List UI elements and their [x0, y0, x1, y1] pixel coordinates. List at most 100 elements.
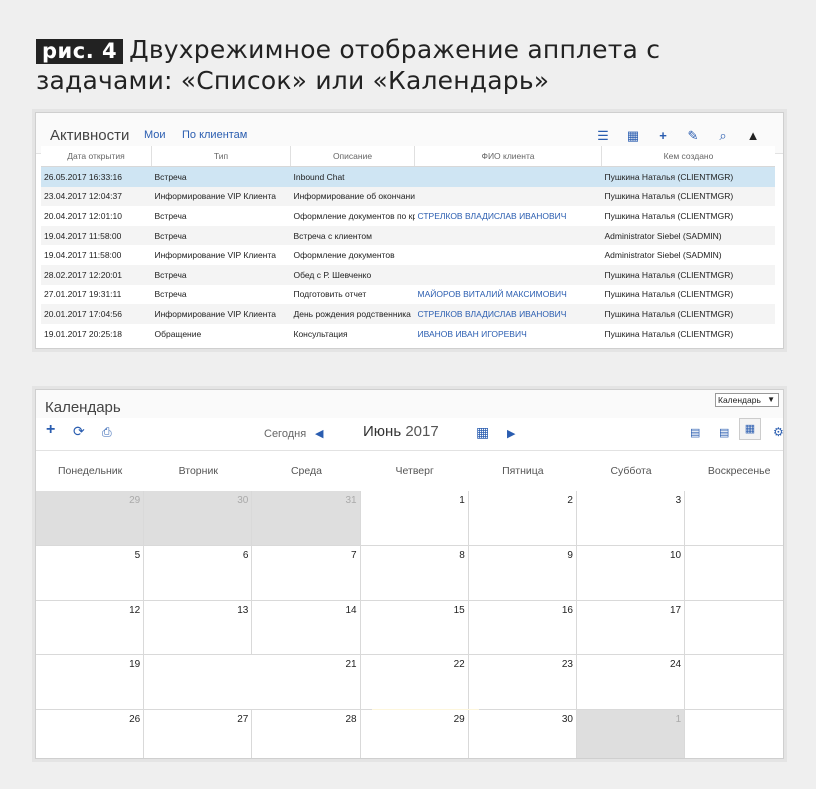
- calendar-day[interactable]: 27: [144, 710, 253, 758]
- day-number: 24: [670, 659, 682, 671]
- cell-client[interactable]: СТРЕЛКОВ ВЛАДИСЛАВ ИВАНОВИЧ: [414, 304, 602, 324]
- cell-date: 20.04.2017 12:01:10: [44, 210, 122, 221]
- calendar-day[interactable]: 5: [36, 545, 145, 600]
- refresh-icon[interactable]: ⟳: [73, 423, 85, 440]
- day-number: 31: [345, 495, 357, 506]
- calendar-day[interactable]: 15: [360, 600, 469, 655]
- list-toolbar: ☰ ▦ + ✎ ⌕ ▲: [595, 128, 761, 144]
- cell-created-by: Пушкина Наталья (CLIENTMGR): [601, 166, 775, 187]
- table-row[interactable]: 20.04.2017 12:01:10 Встреча Оформление док…: [41, 206, 775, 226]
- column-header-created-by[interactable]: Кем создано: [601, 146, 775, 167]
- today-button[interactable]: Сегодня: [264, 428, 306, 440]
- column-header-type[interactable]: Тип: [151, 146, 291, 167]
- figure-label: рис. 4: [36, 39, 124, 64]
- table-row[interactable]: 27.01.2017 19:31:11 Встреча Подготовить от…: [41, 285, 775, 305]
- link-my[interactable]: Мои: [144, 129, 166, 141]
- calendar-day[interactable]: 10: [576, 545, 686, 600]
- table-row[interactable]: 19.04.2017 11:58:00 Встреча Встреча с клие…: [41, 225, 775, 246]
- table-row[interactable]: 19.01.2017 20:25:18 Обращение Консультация…: [41, 324, 775, 344]
- calendar-day[interactable]: [685, 710, 783, 758]
- day-number: 10: [670, 549, 682, 561]
- table-header-row: Дата открытия Тип Описание ФИО клиента К…: [41, 146, 775, 167]
- calendar-day[interactable]: 8: [360, 545, 469, 600]
- weekday-label: Четверг: [395, 465, 434, 477]
- calendar-day[interactable]: 9: [468, 545, 577, 600]
- month-view-icon[interactable]: ▦: [739, 418, 761, 440]
- cell-client[interactable]: МАЙОРОВ ВИТАЛИЙ МАКСИМОВИЧ: [415, 285, 602, 305]
- calendar-day[interactable]: 3: [576, 491, 686, 545]
- date-picker-icon[interactable]: ▦: [476, 424, 489, 441]
- search-icon[interactable]: ⌕: [715, 128, 731, 144]
- cell-type: Встреча: [151, 166, 291, 187]
- calendar-day[interactable]: 31: [252, 491, 361, 545]
- calendar-day[interactable]: 12: [36, 600, 145, 655]
- calendar-day[interactable]: 22: [360, 655, 469, 710]
- column-header-client[interactable]: ФИО клиента: [414, 146, 602, 167]
- calendar-day[interactable]: 23: [468, 655, 577, 710]
- day-number: 2: [567, 495, 573, 506]
- calendar-day[interactable]: 16: [468, 600, 577, 655]
- calendar-day[interactable]: 6: [144, 545, 253, 600]
- calendar-day[interactable]: 29: [36, 491, 145, 545]
- calendar-day[interactable]: [685, 545, 783, 600]
- calendar-day[interactable]: [685, 600, 783, 655]
- list-view-icon[interactable]: ☰: [595, 128, 611, 144]
- cell-created-by: Пушкина Наталья (CLIENTMGR): [604, 289, 734, 300]
- table-row[interactable]: 20.01.2017 17:04:56 Информирование VIP Кл…: [41, 304, 775, 324]
- calendar-day[interactable]: 13: [144, 600, 253, 655]
- week-view-icon[interactable]: ▤: [719, 426, 729, 439]
- calendar-day[interactable]: 19: [36, 655, 145, 710]
- next-month-icon[interactable]: ▶: [507, 427, 515, 440]
- calendar-day[interactable]: 1: [576, 710, 686, 758]
- cell-created-by: Пушкина Наталья (CLIENTMGR): [601, 186, 775, 207]
- day-view-icon[interactable]: ▤: [690, 426, 700, 439]
- table-row[interactable]: 23.04.2017 12:04:37 Информирование VIP Кл…: [41, 186, 775, 207]
- calendar-day[interactable]: 7: [252, 545, 361, 600]
- table-row[interactable]: 26.05.2017 16:33:16 Встреча Inbound Chat Пу…: [41, 166, 775, 187]
- calendar-day[interactable]: 24: [576, 655, 686, 710]
- previous-month-icon[interactable]: ◀: [315, 427, 323, 440]
- calendar-day[interactable]: 30: [144, 491, 253, 545]
- collapse-icon[interactable]: ▲: [745, 128, 761, 144]
- calendar-applet-header: Календарь Календарь ▼: [36, 390, 783, 418]
- column-header-date[interactable]: Дата открытия: [41, 146, 152, 167]
- calendar-week-row: 192021222324: [36, 655, 783, 720]
- print-icon[interactable]: ⎙: [102, 425, 112, 440]
- cell-created-by: Пушкина Наталья (CLIENTMGR): [604, 328, 734, 339]
- chevron-down-icon: ▼: [767, 395, 775, 404]
- day-number: 15: [453, 604, 465, 616]
- add-icon[interactable]: +: [655, 128, 671, 144]
- calendar-week-row: 12 13 14 15 16 17: [36, 600, 783, 656]
- weekday-header: Понедельник Вторник Среда Четверг Пятница Суб…: [36, 451, 783, 492]
- calendar-day[interactable]: 26: [36, 710, 145, 758]
- view-mode-select[interactable]: Календарь ▼: [715, 393, 779, 407]
- calendar-day[interactable]: 21: [252, 655, 361, 710]
- cell-description: Информирование об окончании д: [290, 186, 415, 207]
- cell-client[interactable]: СТРЕЛКОВ ВЛАДИСЛАВ ИВАНОВИЧ: [415, 206, 602, 226]
- link-by-clients[interactable]: По клиентам: [182, 129, 247, 141]
- calendar-day[interactable]: 28: [252, 710, 361, 758]
- calendar-day[interactable]: [685, 655, 783, 710]
- table-row[interactable]: 19.04.2017 11:58:00 Информирование VIP Кл…: [41, 245, 775, 265]
- weekday-label: Суббота: [610, 465, 652, 477]
- cell-date: 26.05.2017 16:33:16: [41, 166, 152, 187]
- calendar-day[interactable]: 14: [252, 600, 361, 655]
- column-header-description[interactable]: Описание: [290, 146, 415, 167]
- cell-description: Inbound Chat: [290, 166, 415, 187]
- calendar-day[interactable]: [685, 491, 783, 545]
- add-icon[interactable]: +: [46, 421, 55, 439]
- calendar-day[interactable]: 1: [360, 491, 469, 545]
- day-number: 21: [345, 659, 357, 671]
- cell-client[interactable]: ИВАНОВ ИВАН ИГОРЕВИЧ: [415, 324, 602, 344]
- calendar-view-icon[interactable]: ▦: [625, 128, 641, 144]
- table-row[interactable]: 28.02.2017 12:20:01 Встреча Обед с Р. Шевч…: [41, 264, 775, 285]
- edit-icon[interactable]: ✎: [685, 128, 701, 144]
- calendar-day[interactable]: 17: [576, 600, 686, 655]
- day-number: 5: [134, 549, 141, 561]
- cell-type: Информирование VIP Клиента: [154, 250, 277, 261]
- day-number: 7: [351, 549, 357, 561]
- calendar-day[interactable]: 2: [468, 491, 577, 545]
- gear-icon[interactable]: ⚙: [773, 425, 783, 439]
- calendar-day[interactable]: 29: [360, 710, 469, 758]
- calendar-day[interactable]: 30: [468, 710, 577, 758]
